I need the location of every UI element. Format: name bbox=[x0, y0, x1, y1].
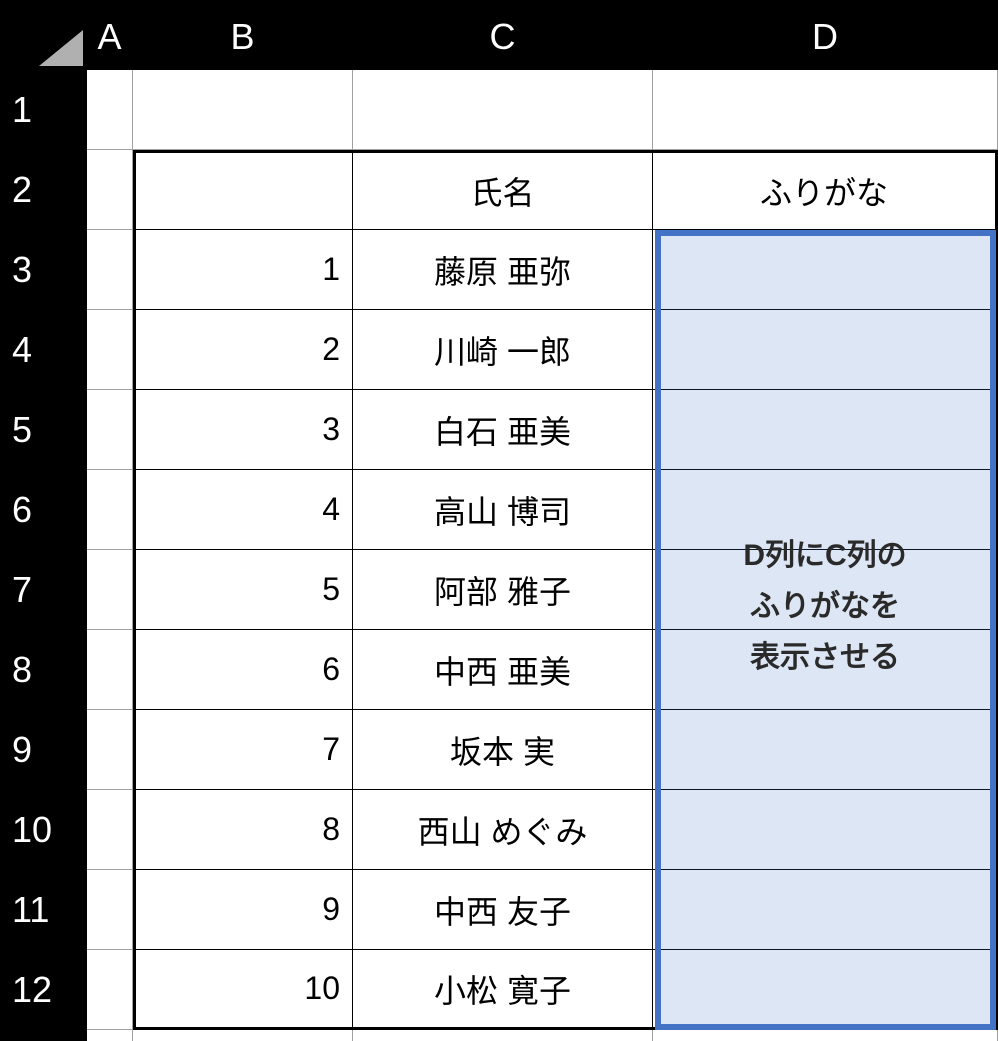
row-header-12[interactable]: 12 bbox=[0, 950, 87, 1030]
cell-D2[interactable]: ふりがな bbox=[653, 150, 998, 230]
column-header-B[interactable]: B bbox=[133, 4, 353, 70]
row-7: 5 阿部 雅子 bbox=[87, 550, 998, 630]
spreadsheet-view: A B C D 1 2 3 4 5 6 7 8 9 10 11 12 氏名 ふり… bbox=[0, 0, 998, 1041]
row-1 bbox=[87, 70, 998, 150]
cell-D6[interactable] bbox=[653, 470, 998, 550]
cell-A8[interactable] bbox=[87, 630, 133, 710]
row-2: 氏名 ふりがな bbox=[87, 150, 998, 230]
cell-C9[interactable]: 坂本 実 bbox=[353, 710, 653, 790]
row-13-partial bbox=[87, 1030, 998, 1041]
cell-C8[interactable]: 中西 亜美 bbox=[353, 630, 653, 710]
cell-A1[interactable] bbox=[87, 70, 133, 150]
cell-C13[interactable] bbox=[353, 1030, 653, 1041]
row-header-5[interactable]: 5 bbox=[0, 390, 87, 470]
row-4: 2 川崎 一郎 bbox=[87, 310, 998, 390]
cell-B8[interactable]: 6 bbox=[133, 630, 353, 710]
row-headers: 1 2 3 4 5 6 7 8 9 10 11 12 bbox=[0, 70, 87, 1030]
select-all-triangle-icon bbox=[39, 30, 83, 66]
row-10: 8 西山 めぐみ bbox=[87, 790, 998, 870]
cell-D11[interactable] bbox=[653, 870, 998, 950]
cell-A6[interactable] bbox=[87, 470, 133, 550]
row-header-7[interactable]: 7 bbox=[0, 550, 87, 630]
cell-C6[interactable]: 高山 博司 bbox=[353, 470, 653, 550]
column-header-A[interactable]: A bbox=[87, 4, 133, 70]
cell-C3[interactable]: 藤原 亜弥 bbox=[353, 230, 653, 310]
cell-C4[interactable]: 川崎 一郎 bbox=[353, 310, 653, 390]
row-header-4[interactable]: 4 bbox=[0, 310, 87, 390]
cell-A5[interactable] bbox=[87, 390, 133, 470]
row-8: 6 中西 亜美 bbox=[87, 630, 998, 710]
row-header-1[interactable]: 1 bbox=[0, 70, 87, 150]
cell-D4[interactable] bbox=[653, 310, 998, 390]
column-header-C[interactable]: C bbox=[353, 4, 653, 70]
row-header-6[interactable]: 6 bbox=[0, 470, 87, 550]
cell-D12[interactable] bbox=[653, 950, 998, 1030]
cell-B4[interactable]: 2 bbox=[133, 310, 353, 390]
cell-C1[interactable] bbox=[353, 70, 653, 150]
cell-D7[interactable] bbox=[653, 550, 998, 630]
row-header-9[interactable]: 9 bbox=[0, 710, 87, 790]
cell-B13[interactable] bbox=[133, 1030, 353, 1041]
row-header-10[interactable]: 10 bbox=[0, 790, 87, 870]
cell-C10[interactable]: 西山 めぐみ bbox=[353, 790, 653, 870]
cell-D5[interactable] bbox=[653, 390, 998, 470]
row-header-8[interactable]: 8 bbox=[0, 630, 87, 710]
cell-B3[interactable]: 1 bbox=[133, 230, 353, 310]
column-headers: A B C D bbox=[87, 4, 998, 70]
row-6: 4 高山 博司 bbox=[87, 470, 998, 550]
row-header-11[interactable]: 11 bbox=[0, 870, 87, 950]
cell-A12[interactable] bbox=[87, 950, 133, 1030]
cell-C12[interactable]: 小松 寛子 bbox=[353, 950, 653, 1030]
cell-D3[interactable] bbox=[653, 230, 998, 310]
cell-A9[interactable] bbox=[87, 710, 133, 790]
cell-A4[interactable] bbox=[87, 310, 133, 390]
cell-A2[interactable] bbox=[87, 150, 133, 230]
cell-B1[interactable] bbox=[133, 70, 353, 150]
cell-B9[interactable]: 7 bbox=[133, 710, 353, 790]
cell-A11[interactable] bbox=[87, 870, 133, 950]
row-5: 3 白石 亜美 bbox=[87, 390, 998, 470]
cell-C2[interactable]: 氏名 bbox=[353, 150, 653, 230]
cell-D13[interactable] bbox=[653, 1030, 998, 1041]
row-11: 9 中西 友子 bbox=[87, 870, 998, 950]
row-9: 7 坂本 実 bbox=[87, 710, 998, 790]
column-header-D[interactable]: D bbox=[653, 4, 998, 70]
row-12: 10 小松 寛子 bbox=[87, 950, 998, 1030]
row-header-3[interactable]: 3 bbox=[0, 230, 87, 310]
cell-C7[interactable]: 阿部 雅子 bbox=[353, 550, 653, 630]
cell-B10[interactable]: 8 bbox=[133, 790, 353, 870]
cell-C11[interactable]: 中西 友子 bbox=[353, 870, 653, 950]
cell-A13[interactable] bbox=[87, 1030, 133, 1041]
cell-B5[interactable]: 3 bbox=[133, 390, 353, 470]
cell-D9[interactable] bbox=[653, 710, 998, 790]
row-header-2[interactable]: 2 bbox=[0, 150, 87, 230]
cell-A3[interactable] bbox=[87, 230, 133, 310]
cell-D1[interactable] bbox=[653, 70, 998, 150]
cell-C5[interactable]: 白石 亜美 bbox=[353, 390, 653, 470]
cell-A10[interactable] bbox=[87, 790, 133, 870]
cell-A7[interactable] bbox=[87, 550, 133, 630]
cell-B6[interactable]: 4 bbox=[133, 470, 353, 550]
cell-B12[interactable]: 10 bbox=[133, 950, 353, 1030]
cell-B2[interactable] bbox=[133, 150, 353, 230]
row-3: 1 藤原 亜弥 bbox=[87, 230, 998, 310]
cell-D10[interactable] bbox=[653, 790, 998, 870]
cell-D8[interactable] bbox=[653, 630, 998, 710]
cell-B11[interactable]: 9 bbox=[133, 870, 353, 950]
grid-cells: 氏名 ふりがな 1 藤原 亜弥 2 川崎 一郎 3 白石 亜美 4 bbox=[87, 70, 998, 1030]
select-all-corner[interactable] bbox=[0, 4, 87, 70]
cell-B7[interactable]: 5 bbox=[133, 550, 353, 630]
